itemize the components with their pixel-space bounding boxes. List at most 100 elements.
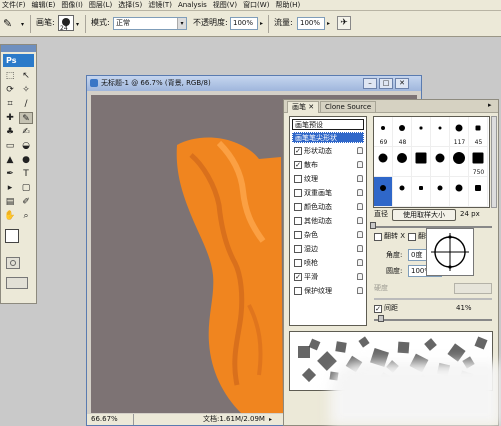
brush-tip-cell[interactable]: 117 [450,117,469,147]
brush-tip-cell[interactable]: 48 [393,117,412,147]
crop-tool-icon[interactable]: ⌗ [3,98,17,110]
brush-tip-cell[interactable] [431,117,450,147]
option-checkbox[interactable]: ✓ [294,273,302,281]
brush-tip-shape-item[interactable]: 画笔笔尖形状 [292,132,364,143]
move-tool-icon[interactable]: ↖ [19,70,33,82]
brush-option-row[interactable]: ✓ 平滑 [292,271,366,283]
paint-bucket-tool-icon[interactable]: ◒ [19,140,33,152]
brush-tip-cell[interactable] [393,177,412,207]
option-checkbox[interactable] [294,175,302,183]
option-checkbox[interactable] [294,231,302,239]
brush-tip-cell[interactable] [412,147,431,177]
option-checkbox[interactable] [294,287,302,295]
lock-icon[interactable] [357,245,363,252]
diameter-slider-thumb[interactable] [370,222,376,229]
slice-tool-icon[interactable]: ∕ [19,98,33,110]
spacing-value[interactable]: 41% [456,303,472,314]
option-checkbox[interactable] [294,245,302,253]
hand-tool-icon[interactable]: ✋ [3,210,17,222]
spacing-slider[interactable] [374,319,492,321]
marquee-tool-icon[interactable]: ⬚ [3,70,17,82]
menu-layer[interactable]: 图层(L) [86,0,115,11]
lock-icon[interactable] [357,147,363,154]
eyedropper-tool-icon[interactable]: ✐ [19,196,33,208]
quick-mask-icon[interactable] [10,260,16,266]
menu-analysis[interactable]: Analysis [175,0,210,11]
brush-tip-cell[interactable] [374,147,393,177]
menu-select[interactable]: 选择(S) [115,0,145,11]
brush-tip-cell[interactable] [412,117,431,147]
brush-preset-picker[interactable]: 24 [58,15,74,32]
stamp-tool-icon[interactable]: ♣ [3,126,17,138]
brush-tip-cell[interactable] [374,177,393,207]
brush-option-row[interactable]: ✓ 形状动态 [292,145,366,157]
brush-option-row[interactable]: 保护纹理 [292,285,366,297]
menu-image[interactable]: 图像(I) [58,0,86,11]
lock-icon[interactable] [357,273,363,280]
brush-tip-cell[interactable] [412,177,431,207]
lock-icon[interactable] [357,203,363,210]
brush-tip-cell[interactable] [431,147,450,177]
option-checkbox[interactable] [294,217,302,225]
option-checkbox[interactable] [294,189,302,197]
dropdown-arrow-icon[interactable]: ▾ [76,21,79,28]
lock-icon[interactable] [357,231,363,238]
screen-mode-icon[interactable] [6,277,28,289]
airbrush-icon[interactable]: ✈ [337,16,351,30]
brush-option-row[interactable]: 纹理 [292,173,366,185]
brush-tip-cell[interactable] [450,147,469,177]
blur-tool-icon[interactable]: ▲ [3,154,17,166]
lock-icon[interactable] [357,259,363,266]
lock-icon[interactable] [357,161,363,168]
opacity-slider-arrow-icon[interactable]: ▸ [260,20,263,27]
brush-option-row[interactable]: 喷枪 [292,257,366,269]
option-checkbox[interactable] [294,259,302,267]
document-titlebar[interactable]: 无标题-1 @ 66.7% (背景, RGB/8) – □ ✕ [87,76,421,91]
brush-tip-cell[interactable] [431,177,450,207]
menu-edit[interactable]: 编辑(E) [29,0,59,11]
brush-option-row[interactable]: 其他动态 [292,215,366,227]
flow-slider-arrow-icon[interactable]: ▸ [327,20,330,27]
spacing-slider-thumb[interactable] [378,315,384,322]
lock-icon[interactable] [357,175,363,182]
option-checkbox[interactable]: ✓ [294,147,302,155]
menu-file[interactable]: 文件(F) [0,0,29,11]
option-checkbox[interactable] [294,203,302,211]
menu-help[interactable]: 帮助(H) [272,0,303,11]
brush-tool-icon[interactable]: ✎ [3,17,19,31]
zoom-tool-icon[interactable]: ⌕ [19,210,33,222]
brush-tip-cell[interactable]: 750 [469,147,488,177]
angle-roundness-preview[interactable] [426,228,474,276]
zoom-level[interactable]: 66.67% [91,414,118,425]
healing-tool-icon[interactable]: ✚ [3,112,17,124]
brush-tip-cell[interactable]: 45 [469,117,488,147]
brush-tip-cell[interactable] [393,147,412,177]
notes-tool-icon[interactable]: ▤ [3,196,17,208]
maximize-button[interactable]: □ [379,78,393,89]
close-icon[interactable]: ✕ [308,103,314,111]
brush-tip-cell[interactable] [469,177,488,207]
use-sample-size-button[interactable]: 使用取样大小 [392,209,456,221]
menu-window[interactable]: 窗口(W) [240,0,272,11]
dropdown-arrow-icon[interactable]: ▾ [21,21,24,28]
flow-field[interactable]: 100% [297,17,325,30]
brush-presets-item[interactable]: 画笔预设 [292,119,364,130]
flip-y-checkbox[interactable] [408,233,416,241]
lock-icon[interactable] [357,287,363,294]
brush-tip-cell[interactable] [450,177,469,207]
close-button[interactable]: ✕ [395,78,409,89]
brush-option-row[interactable]: ✓ 散布 [292,159,366,171]
pen-tool-icon[interactable]: ✒ [3,168,17,180]
brush-option-row[interactable]: 颜色动态 [292,201,366,213]
brush-tip-cell[interactable]: 69 [374,117,393,147]
magic-wand-tool-icon[interactable]: ✧ [19,84,33,96]
spacing-checkbox[interactable]: ✓ [374,305,382,313]
lasso-tool-icon[interactable]: ⟳ [3,84,17,96]
lock-icon[interactable] [357,217,363,224]
brush-option-row[interactable]: 湿边 [292,243,366,255]
brush-tool-icon[interactable]: ✎ [19,112,33,124]
brush-option-row[interactable]: 杂色 [292,229,366,241]
dodge-tool-icon[interactable]: ● [19,154,33,166]
tab-brushes[interactable]: 画笔 ✕ [287,101,320,113]
shape-tool-icon[interactable]: ▢ [19,182,33,194]
